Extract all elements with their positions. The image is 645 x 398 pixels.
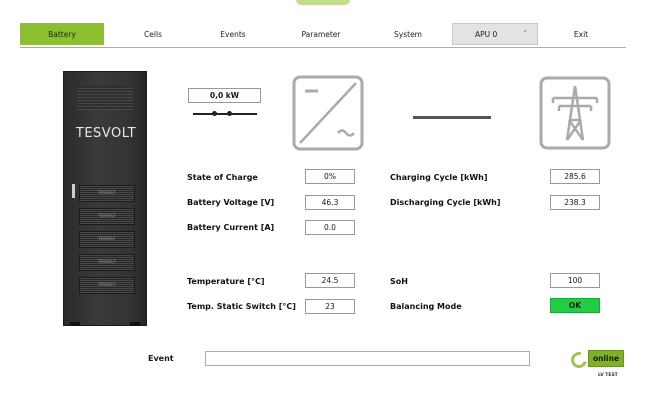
cabinet-vents [77, 86, 133, 110]
temperature-value: 24.5 [305, 273, 355, 288]
tab-exit[interactable]: Exit [548, 23, 614, 45]
tab-system[interactable]: System [375, 23, 441, 45]
inverter-icon [292, 75, 364, 151]
power-readout: 0,0 kW [188, 88, 261, 103]
module-label: TESVOLT [98, 259, 116, 264]
apu-select[interactable]: APU 0 ˅ [452, 23, 538, 45]
battery-module: TESVOLT [79, 231, 135, 248]
battery-module: TESVOLT [79, 208, 135, 225]
temp-static-switch-value: 23 [305, 299, 355, 314]
discharging-cycle-value: 238.3 [550, 195, 600, 210]
soh-value: 100 [550, 273, 600, 288]
module-label: TESVOLT [98, 282, 116, 287]
module-label: TESVOLT [98, 190, 116, 195]
module-label: TESVOLT [98, 213, 116, 218]
state-of-charge-label: State of Charge [187, 173, 258, 182]
balancing-mode-status: OK [550, 298, 600, 313]
battery-module: TESVOLT [79, 254, 135, 271]
cabinet-logo: TESVOLT [75, 126, 137, 141]
battery-voltage-value: 46.3 [305, 195, 355, 210]
battery-module: TESVOLT [79, 277, 135, 294]
power-flow-line [193, 113, 257, 115]
top-navigation: Battery Cells Events Parameter System AP… [0, 0, 645, 55]
charging-cycle-label: Charging Cycle [kWh] [390, 173, 488, 182]
charging-cycle-value: 285.6 [550, 169, 600, 184]
mode-label: LV TEST [598, 373, 618, 378]
temperature-label: Temperature [°C] [187, 277, 265, 286]
module-label: TESVOLT [98, 236, 116, 241]
soh-label: SoH [390, 277, 408, 286]
battery-current-value: 0.0 [305, 220, 355, 235]
temp-static-switch-label: Temp. Static Switch [°C] [187, 302, 296, 311]
battery-current-label: Battery Current [A] [187, 223, 275, 232]
cabinet-handle [72, 184, 75, 198]
cabinet-foot [130, 322, 140, 326]
battery-cabinet-image: TESVOLT TESVOLT TESVOLT TESVOLT TESVOLT … [63, 71, 147, 326]
tab-underline [20, 47, 626, 48]
tab-events[interactable]: Events [200, 23, 266, 45]
balancing-mode-label: Balancing Mode [390, 302, 462, 311]
battery-voltage-label: Battery Voltage [V] [187, 198, 275, 207]
grid-connection-line [413, 116, 491, 119]
event-field[interactable] [205, 351, 530, 366]
top-notch-decoration [296, 0, 350, 5]
discharging-cycle-label: Discharging Cycle [kWh] [390, 198, 501, 207]
online-status-button[interactable]: online [588, 350, 624, 367]
connection-spinner-icon [568, 349, 590, 371]
apu-select-value: APU 0 [475, 29, 498, 39]
event-label: Event [148, 354, 174, 363]
tab-battery[interactable]: Battery [20, 23, 104, 45]
flow-dot [212, 111, 217, 116]
tab-parameter[interactable]: Parameter [286, 23, 356, 45]
power-grid-icon [539, 76, 611, 150]
battery-module: TESVOLT [79, 185, 135, 202]
cabinet-foot [70, 322, 80, 326]
state-of-charge-value: 0% [305, 169, 355, 184]
tab-cells[interactable]: Cells [120, 23, 186, 45]
flow-dot [227, 111, 232, 116]
chevron-down-icon: ˅ [523, 30, 528, 38]
